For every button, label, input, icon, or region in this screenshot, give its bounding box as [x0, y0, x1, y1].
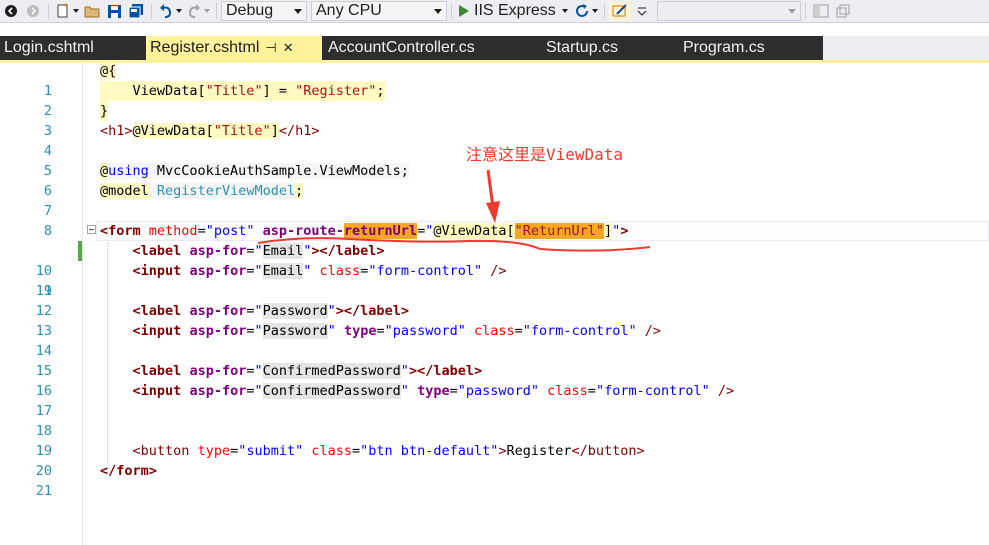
tab-accountcontroller-cs[interactable]: AccountController.cs — [324, 36, 530, 60]
code-text: @using MvcCookieAuthSample.ViewModels; — [100, 163, 409, 179]
tab-label: Startup.cs — [546, 39, 619, 56]
code-line: 21 </form> — [0, 461, 989, 499]
open-folder-icon[interactable] — [81, 1, 103, 21]
platform-value: Any CPU — [316, 2, 382, 19]
code-line: 8 — [0, 201, 989, 239]
code-text: <label asp-for="Email"></label> — [132, 243, 385, 259]
code-text: <input asp-for="Email" class="form-contr… — [132, 263, 507, 279]
tab-label: AccountController.cs — [328, 39, 475, 56]
main-toolbar: Debug Any CPU IIS Express — [0, 0, 989, 23]
code-line: 15 — [0, 341, 989, 379]
configuration-value: Debug — [226, 2, 274, 19]
code-text: <button type="submit" class="btn btn-def… — [132, 443, 645, 459]
run-target-label: IIS Express — [474, 2, 556, 19]
platform-dropdown[interactable]: Any CPU — [311, 1, 447, 21]
code-line: 19 — [0, 421, 989, 459]
code-line: 7 @model RegisterViewModel; — [0, 181, 989, 219]
toolbar-divider — [216, 3, 217, 19]
play-icon — [459, 5, 469, 17]
code-line: 11 <input asp-for="Email" class="form-co… — [0, 261, 989, 299]
redo-icon[interactable] — [184, 1, 212, 21]
code-line: 1 @{ — [0, 61, 989, 99]
toolbar-divider — [48, 3, 49, 19]
tab-label: Register.cshtml — [150, 39, 260, 56]
code-editor[interactable]: 1 @{ 2 ViewData["Title"] = "Register"; 3… — [0, 63, 989, 545]
chevron-down-icon — [434, 9, 442, 14]
run-button[interactable]: IIS Express — [456, 1, 572, 21]
save-icon[interactable] — [103, 1, 125, 21]
tab-register-cshtml[interactable]: Register.cshtml ⊣ ✕ — [146, 36, 322, 60]
tab-program-cs[interactable]: Program.cs — [679, 36, 819, 60]
toolbar-divider — [603, 3, 605, 19]
refresh-icon[interactable] — [572, 1, 600, 21]
tab-login-cshtml[interactable]: Login.cshtml — [0, 36, 146, 60]
code-text: </form> — [100, 463, 157, 479]
code-text: <h1>@ViewData["Title"]</h1> — [100, 123, 320, 139]
code-line: 13 <label asp-for="Password"></label> — [0, 301, 989, 339]
search-toolbar-field[interactable] — [656, 1, 801, 21]
code-text: } — [100, 101, 109, 121]
configuration-dropdown[interactable]: Debug — [221, 1, 307, 21]
code-line: 16 <label asp-for="ConfirmedPassword"></… — [0, 361, 989, 399]
chevron-down-icon — [787, 9, 796, 14]
chevron-down-icon — [294, 9, 302, 14]
code-line: 18 — [0, 401, 989, 439]
code-line: 14 <input asp-for="Password" type="passw… — [0, 321, 989, 359]
forward-icon[interactable] — [22, 1, 44, 21]
collapse-toggle-icon[interactable] — [87, 225, 96, 234]
close-icon[interactable]: ✕ — [283, 40, 294, 56]
toolbar-overflow-icon[interactable] — [631, 1, 653, 21]
pin-icon[interactable]: ⊣ — [265, 40, 276, 56]
code-line: 12 — [0, 281, 989, 319]
new-project-icon[interactable] — [53, 1, 81, 21]
annotation-note: 注意这里是ViewData — [466, 145, 624, 164]
layout-icon[interactable] — [810, 1, 832, 21]
toolbar-divider — [804, 3, 806, 19]
code-line: 9 <form method="post" asp-route-returnUr… — [0, 221, 989, 299]
code-line: 4 <h1>@ViewData["Title"]</h1> — [0, 121, 989, 159]
code-text: ViewData["Title"] = "Register"; — [100, 81, 385, 101]
tab-label: Login.cshtml — [4, 39, 94, 56]
code-text: <form method="post" asp-route-returnUrl=… — [100, 223, 629, 239]
code-line: 17 <input asp-for="ConfirmedPassword" ty… — [0, 381, 989, 419]
code-text: <input asp-for="Password" type="password… — [132, 323, 661, 339]
code-line: 10 <label asp-for="Email"></label> — [0, 241, 989, 279]
line-number: 21 — [35, 483, 52, 499]
code-line: 3 } — [0, 101, 989, 139]
back-icon[interactable] — [0, 1, 22, 21]
code-text: <input asp-for="ConfirmedPassword" type=… — [132, 383, 735, 399]
undo-icon[interactable] — [156, 1, 184, 21]
code-line: 2 ViewData["Title"] = "Register"; — [0, 81, 989, 119]
toolbar-divider — [451, 3, 452, 19]
tab-startup-cs[interactable]: Startup.cs — [542, 36, 670, 60]
code-text: @{ — [100, 63, 117, 79]
toolbar-divider — [151, 3, 152, 19]
save-all-icon[interactable] — [125, 1, 147, 21]
code-text: <label asp-for="Password"></label> — [132, 303, 409, 319]
code-line: 20 <button type="submit" class="btn btn-… — [0, 441, 989, 479]
tab-label: Program.cs — [683, 39, 765, 56]
browser-link-icon[interactable] — [608, 1, 631, 21]
document-tab-strip: Login.cshtml Register.cshtml ⊣ ✕ Account… — [0, 36, 989, 60]
window-restore-icon[interactable] — [832, 1, 854, 21]
code-text: <label asp-for="ConfirmedPassword"></lab… — [132, 363, 483, 379]
code-text: @model RegisterViewModel; — [100, 183, 304, 199]
